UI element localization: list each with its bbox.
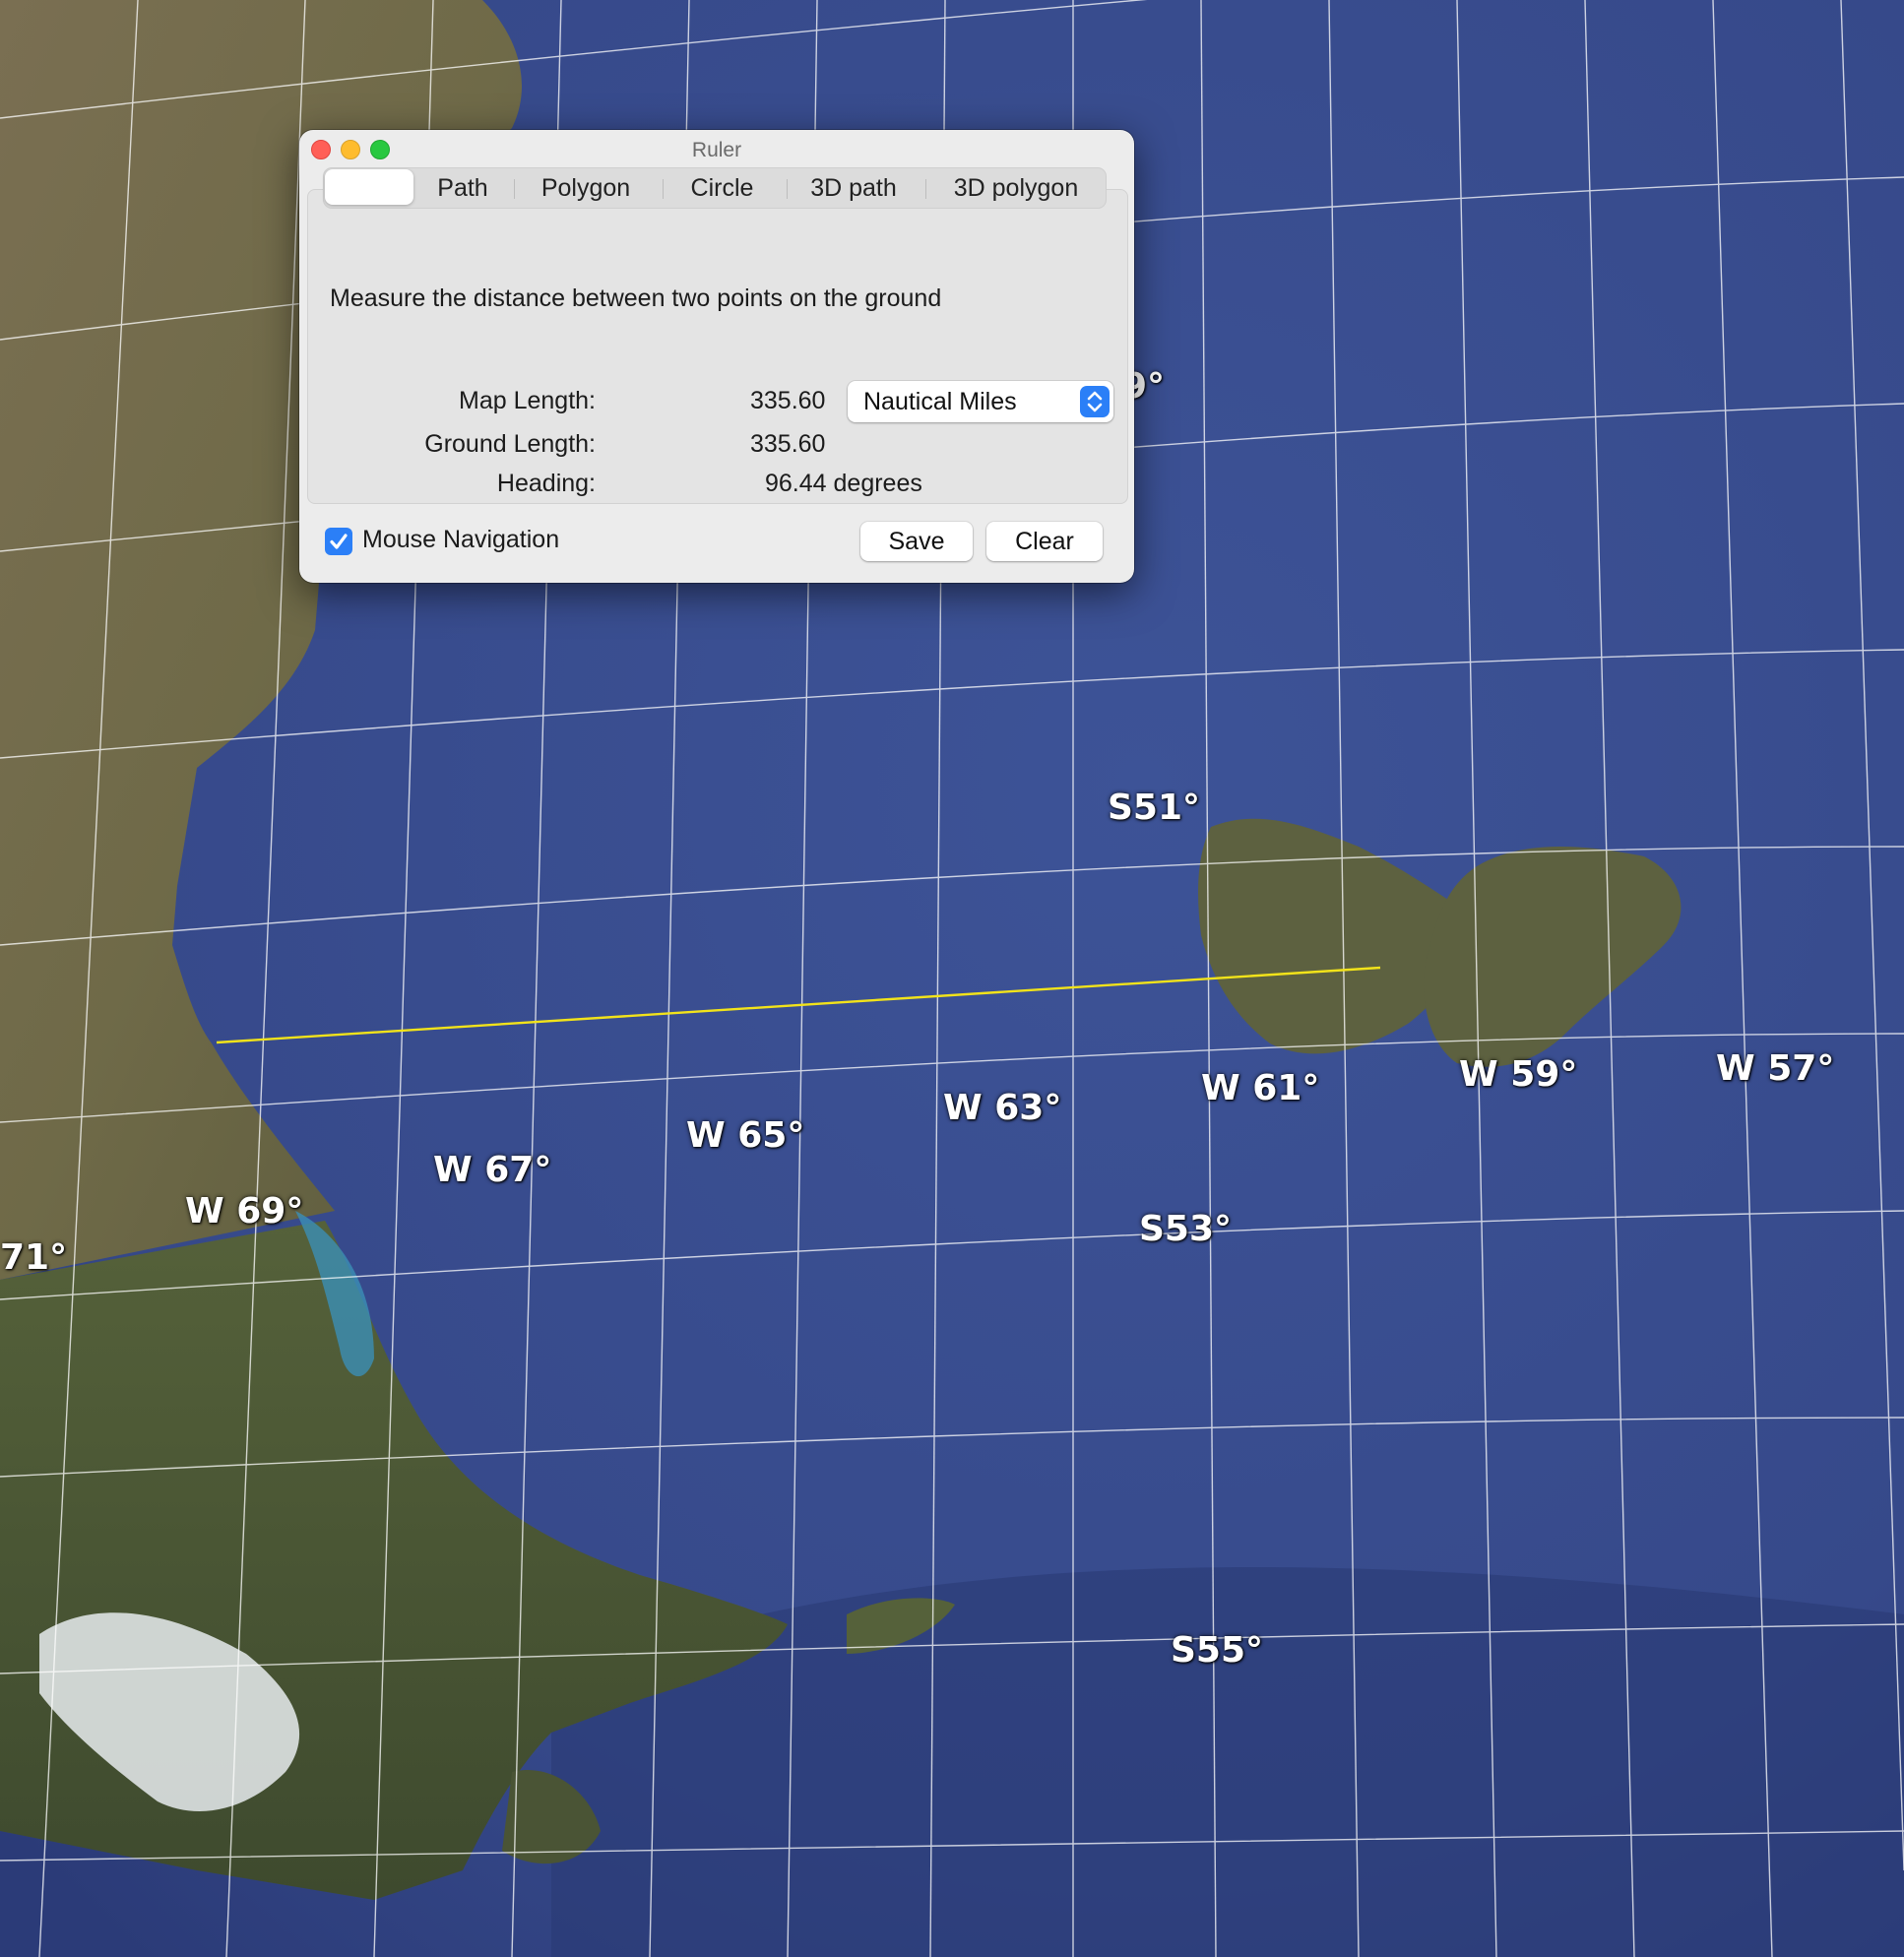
grid-label-w71: 71°	[0, 1237, 68, 1278]
ground-length-label: Ground Length:	[424, 430, 596, 458]
unit-select[interactable]: Nautical Miles	[848, 381, 1113, 422]
tab-separator	[787, 179, 788, 199]
grid-label-s53: S53°	[1139, 1209, 1233, 1249]
grid-label-s51: S51°	[1108, 788, 1201, 828]
title-bar[interactable]: Ruler	[299, 130, 1134, 169]
tab-3d-polygon[interactable]: 3D polygon	[928, 168, 1104, 208]
clear-button[interactable]: Clear	[986, 522, 1103, 561]
mouse-navigation-label[interactable]: Mouse Navigation	[362, 526, 559, 554]
tab-separator	[663, 179, 664, 199]
grid-label-w65: W 65°	[686, 1115, 805, 1156]
unit-select-value: Nautical Miles	[863, 388, 1017, 415]
heading-label: Heading:	[496, 470, 596, 497]
window-title: Ruler	[691, 139, 742, 161]
tab-line[interactable]	[325, 169, 413, 205]
tab-separator	[514, 179, 515, 199]
description-text: Measure the distance between two points …	[330, 284, 942, 312]
tab-3d-path[interactable]: 3D path	[790, 168, 918, 208]
grid-label-s55: S55°	[1171, 1630, 1264, 1671]
save-button[interactable]: Save	[860, 522, 973, 561]
tab-separator	[925, 179, 926, 199]
heading-value: 96.44 degrees	[765, 470, 922, 497]
content-panel: Measure the distance between two points …	[307, 189, 1128, 504]
grid-label-w61: W 61°	[1201, 1068, 1320, 1108]
grid-label-w69: W 69°	[185, 1191, 304, 1231]
grid-label-w57: W 57°	[1716, 1048, 1835, 1089]
ruler-window: Ruler Measure the distance between two p…	[299, 130, 1134, 583]
grid-label-w63: W 63°	[943, 1088, 1062, 1128]
checkmark-icon	[330, 534, 348, 549]
tab-path[interactable]: Path	[418, 168, 507, 208]
ground-length-value: 335.60	[750, 430, 826, 458]
grid-label-w59: W 59°	[1459, 1054, 1578, 1095]
chevron-updown-icon	[1080, 386, 1110, 417]
tab-circle[interactable]: Circle	[666, 168, 779, 208]
map-length-value: 335.60	[750, 387, 826, 414]
mode-tabs: Path Polygon Circle 3D path 3D polygon	[323, 167, 1107, 209]
mouse-navigation-checkbox[interactable]	[325, 528, 352, 555]
tab-polygon[interactable]: Polygon	[517, 168, 655, 208]
map-length-label: Map Length:	[459, 387, 596, 414]
grid-label-w67: W 67°	[433, 1150, 552, 1190]
